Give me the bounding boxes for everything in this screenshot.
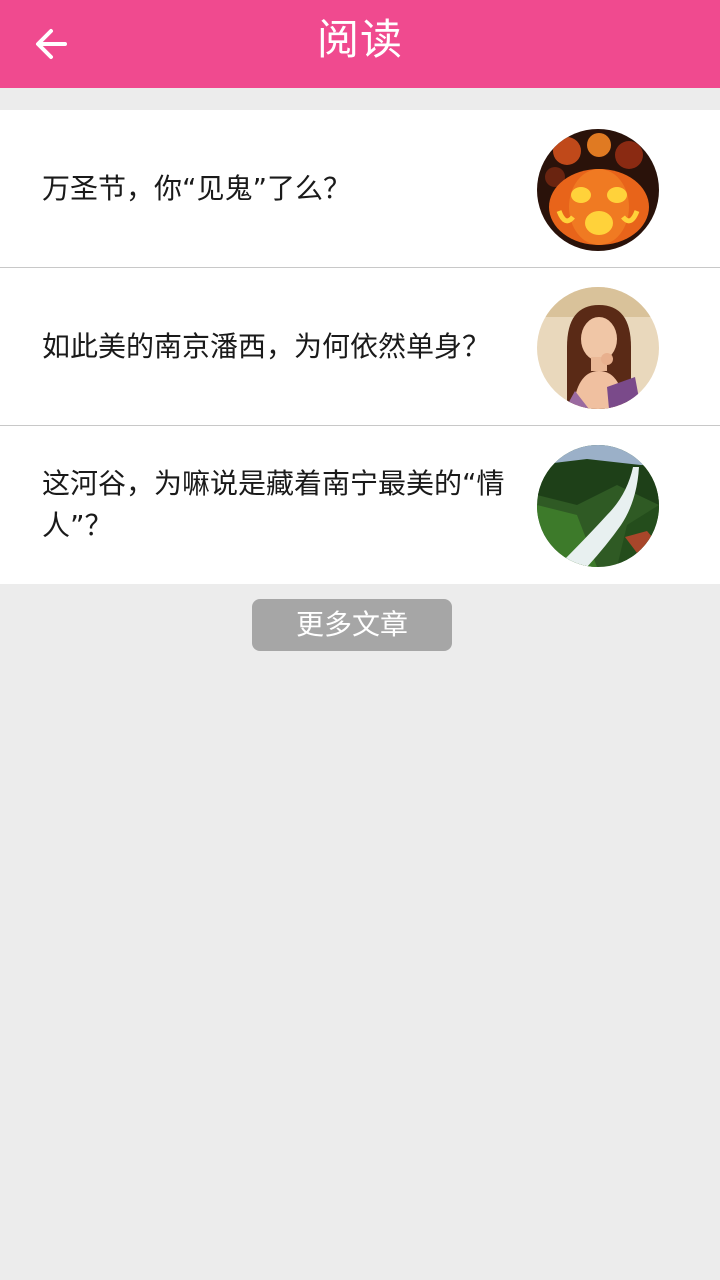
halloween-pumpkin-image: [537, 129, 659, 251]
river-valley-image: [537, 445, 659, 567]
article-item[interactable]: 万圣节，你“见鬼”了么？: [0, 110, 720, 268]
more-articles-button[interactable]: 更多文章: [252, 599, 452, 651]
article-title: 万圣节，你“见鬼”了么？: [42, 171, 352, 205]
article-item[interactable]: 这河谷，为嘛说是藏着南宁最美的“情人”？: [0, 426, 720, 584]
article-title: 这河谷，为嘛说是藏着南宁最美的“情人”？: [42, 467, 505, 542]
article-item[interactable]: 如此美的南京潘西，为何依然单身？: [0, 268, 720, 426]
app-header: 阅读: [0, 0, 720, 88]
page-title: 阅读: [316, 15, 403, 64]
back-button[interactable]: [24, 20, 78, 68]
article-list: 万圣节，你“见鬼”了么？ 如此美的南京潘西，为何依然单身？ 这河谷，为嘛说是藏着…: [0, 110, 720, 584]
reading-screen: 阅读 万圣节，你“见鬼”了么？ 如此美的南京潘西，为何依然单身？ 这河谷，为嘛说…: [0, 0, 720, 1280]
article-title: 如此美的南京潘西，为何依然单身？: [42, 329, 491, 363]
arrow-left-icon: [36, 29, 67, 59]
woman-portrait-image: [537, 287, 659, 409]
